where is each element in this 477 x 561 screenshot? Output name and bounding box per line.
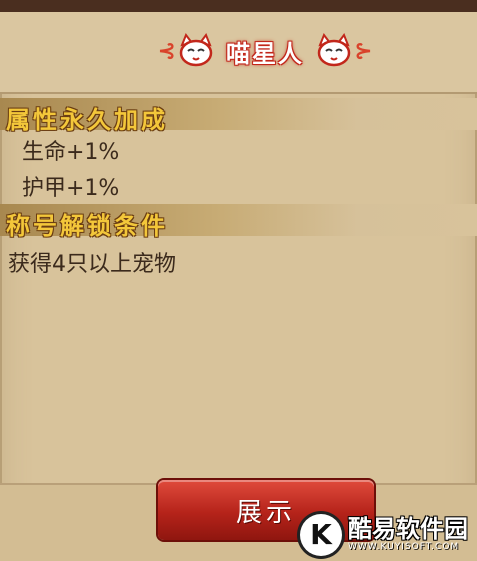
right-swirl-ornament: ⊱ xyxy=(354,38,373,64)
watermark-text: 酷易软件园 WWW.KUYISOFT.COM xyxy=(348,517,468,552)
cat-face-icon-left xyxy=(176,31,216,71)
watermark-domain: WWW.KUYISOFT.COM xyxy=(348,542,460,552)
watermark-name: 酷易软件园 xyxy=(348,515,468,543)
title-detail-panel: ⊰ 喵星人 ⊱ 属性永久加成 生命+1% 护甲+1% 称号解锁条件 获得4只以上… xyxy=(0,12,477,561)
bonus-line-armor: 护甲+1% xyxy=(22,176,120,201)
section-bar-attribute-bonus: 属性永久加成 xyxy=(0,98,477,134)
site-watermark: K 酷易软件园 WWW.KUYISOFT.COM xyxy=(300,510,477,559)
title-header: ⊰ 喵星人 ⊱ xyxy=(0,12,477,94)
cat-face-icon-right xyxy=(314,31,354,71)
left-swirl-ornament: ⊰ xyxy=(157,38,176,64)
title-badge: ⊰ 喵星人 ⊱ xyxy=(140,26,390,76)
title-name: 喵星人 xyxy=(226,39,304,68)
watermark-logo-icon: K xyxy=(300,513,342,556)
section-title-attribute-bonus: 属性永久加成 xyxy=(6,106,168,134)
section-title-unlock-condition: 称号解锁条件 xyxy=(6,212,168,240)
unlock-condition-line: 获得4只以上宠物 xyxy=(8,252,176,277)
bonus-line-hp: 生命+1% xyxy=(22,140,120,165)
section-bar-unlock-condition: 称号解锁条件 xyxy=(0,204,477,240)
